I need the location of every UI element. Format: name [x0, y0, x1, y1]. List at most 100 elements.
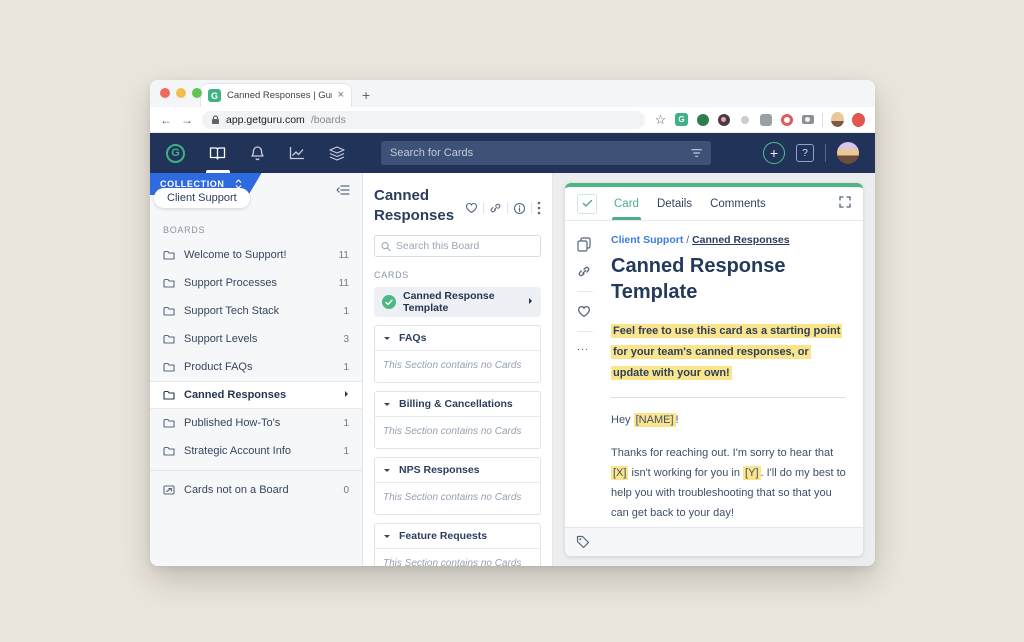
- breadcrumb-collection-link[interactable]: Client Support: [611, 234, 683, 246]
- browser-profile-avatar[interactable]: [831, 112, 844, 127]
- guru-logo-icon[interactable]: G: [166, 144, 185, 163]
- breadcrumb-board-link[interactable]: Canned Responses: [692, 234, 789, 246]
- card-tabs: Card Details Comments: [614, 187, 766, 220]
- board-title: Canned Responses: [374, 186, 465, 225]
- sidebar-item-strategic-account-info[interactable]: Strategic Account Info 1: [150, 437, 362, 465]
- browser-menu-icon[interactable]: [852, 113, 865, 127]
- forward-icon[interactable]: →: [181, 114, 193, 126]
- section-empty-text: This Section contains no Cards: [375, 549, 540, 566]
- kebab-menu-icon[interactable]: [537, 201, 541, 215]
- card-paragraph: Thanks for reaching out. I'm sorry to he…: [611, 444, 847, 523]
- card-divider: [611, 397, 845, 398]
- sidebar-item-support-tech-stack[interactable]: Support Tech Stack 1: [150, 297, 362, 325]
- create-card-button[interactable]: +: [763, 142, 785, 164]
- sidebar-item-support-processes[interactable]: Support Processes 11: [150, 269, 362, 297]
- caret-down-icon: [383, 468, 391, 473]
- app-navbar: G + ?: [150, 133, 875, 173]
- board-actions: [465, 186, 541, 225]
- back-icon[interactable]: ←: [160, 114, 172, 126]
- extension-dot-icon[interactable]: [741, 116, 749, 124]
- board-count: 3: [343, 334, 349, 345]
- section-title: Billing & Cancellations: [399, 398, 513, 410]
- sidebar-divider: [150, 470, 362, 471]
- new-tab-button[interactable]: +: [362, 88, 370, 102]
- close-window-button[interactable]: [160, 88, 170, 98]
- card-preview: Card Details Comments: [565, 183, 863, 556]
- sidebar-item-canned-responses[interactable]: Canned Responses: [150, 381, 362, 409]
- board-count: 1: [343, 362, 349, 373]
- favorite-heart-icon[interactable]: [465, 202, 478, 214]
- expand-card-button[interactable]: [839, 195, 851, 213]
- board-label: Cards not on a Board: [184, 484, 289, 496]
- tab-comments[interactable]: Comments: [710, 187, 766, 220]
- sidebar-item-cards-not-on-board[interactable]: Cards not on a Board 0: [150, 476, 362, 504]
- section-header[interactable]: Feature Requests: [375, 524, 540, 549]
- boards-sidebar: COLLECTION Client Support BOARDS Welcome…: [150, 173, 363, 566]
- section-empty-text: This Section contains no Cards: [375, 417, 540, 448]
- tab-card[interactable]: Card: [614, 187, 639, 220]
- tab-details[interactable]: Details: [657, 187, 692, 220]
- section-empty-text: This Section contains no Cards: [375, 483, 540, 514]
- section-title: NPS Responses: [399, 464, 480, 476]
- guru-extension-icon[interactable]: G: [675, 113, 688, 126]
- board-label: Canned Responses: [184, 389, 286, 401]
- zoom-window-button[interactable]: [192, 88, 202, 98]
- section-header[interactable]: FAQs: [375, 326, 540, 351]
- board-search-input[interactable]: [396, 240, 534, 252]
- card-main: ... Client Support / Canned Responses Ca…: [565, 221, 863, 526]
- more-actions-icon[interactable]: ...: [577, 345, 589, 351]
- address-bar[interactable]: app.getguru.com/boards: [202, 111, 645, 129]
- sidebar-item-product-faqs[interactable]: Product FAQs 1: [150, 353, 362, 381]
- card-search-bar[interactable]: [381, 141, 711, 165]
- extension-square-icon[interactable]: [760, 114, 772, 126]
- icon-divider: [483, 203, 484, 213]
- board-search[interactable]: [374, 235, 541, 257]
- board-label: Strategic Account Info: [184, 445, 291, 457]
- section-title: Feature Requests: [399, 530, 487, 542]
- tag-icon[interactable]: [576, 535, 590, 549]
- help-button[interactable]: ?: [796, 144, 814, 162]
- duplicate-icon[interactable]: [577, 237, 591, 252]
- section-header[interactable]: NPS Responses: [375, 458, 540, 483]
- folder-icon: [163, 446, 175, 456]
- board-label: Published How-To's: [184, 417, 280, 429]
- browser-tab[interactable]: G Canned Responses | Guru ×: [200, 83, 352, 107]
- collapse-sidebar-button[interactable]: [336, 182, 350, 200]
- caret-down-icon: [383, 534, 391, 539]
- copy-link-icon[interactable]: [489, 202, 502, 214]
- breadcrumb: Client Support / Canned Responses: [611, 234, 847, 246]
- folder-icon: [163, 362, 175, 372]
- sidebar-item-support-levels[interactable]: Support Levels 3: [150, 325, 362, 353]
- minimize-window-button[interactable]: [176, 88, 186, 98]
- sidebar-item-published-how-tos[interactable]: Published How-To's 1: [150, 409, 362, 437]
- nav-notifications[interactable]: [250, 133, 265, 173]
- tab-close-icon[interactable]: ×: [338, 90, 344, 101]
- heart-icon[interactable]: [577, 305, 591, 318]
- tab-title: Canned Responses | Guru: [227, 90, 332, 101]
- bookmark-star-icon[interactable]: ☆: [654, 113, 667, 126]
- extension-target-icon[interactable]: [781, 114, 793, 126]
- nav-boards-tab[interactable]: [209, 133, 226, 173]
- extension-loupe-icon[interactable]: [718, 114, 730, 126]
- section-header[interactable]: Billing & Cancellations: [375, 392, 540, 417]
- nav-collections[interactable]: [329, 133, 345, 173]
- info-icon[interactable]: [513, 202, 526, 215]
- sidebar-item-welcome-to-support[interactable]: Welcome to Support! 11: [150, 241, 362, 269]
- card-search-input[interactable]: [390, 147, 685, 159]
- caret-down-icon: [383, 402, 391, 407]
- side-actions-divider: [577, 291, 593, 292]
- section-faqs: FAQs This Section contains no Cards: [374, 325, 541, 383]
- y-token: [Y]: [743, 466, 760, 480]
- link-icon[interactable]: [577, 265, 591, 278]
- verify-checkbox[interactable]: [577, 194, 597, 214]
- collection-name-pill[interactable]: Client Support: [154, 188, 250, 208]
- user-avatar[interactable]: [837, 142, 859, 164]
- extension-camera-icon[interactable]: [802, 115, 814, 124]
- extension-green-icon[interactable]: [697, 114, 709, 126]
- side-actions-divider: [577, 331, 593, 332]
- nav-analytics[interactable]: [289, 133, 305, 173]
- filter-icon[interactable]: [691, 148, 702, 158]
- card-list-item-canned-response-template[interactable]: Canned Response Template: [374, 287, 541, 317]
- name-token: [NAME]: [634, 413, 676, 427]
- icon-divider: [507, 203, 508, 213]
